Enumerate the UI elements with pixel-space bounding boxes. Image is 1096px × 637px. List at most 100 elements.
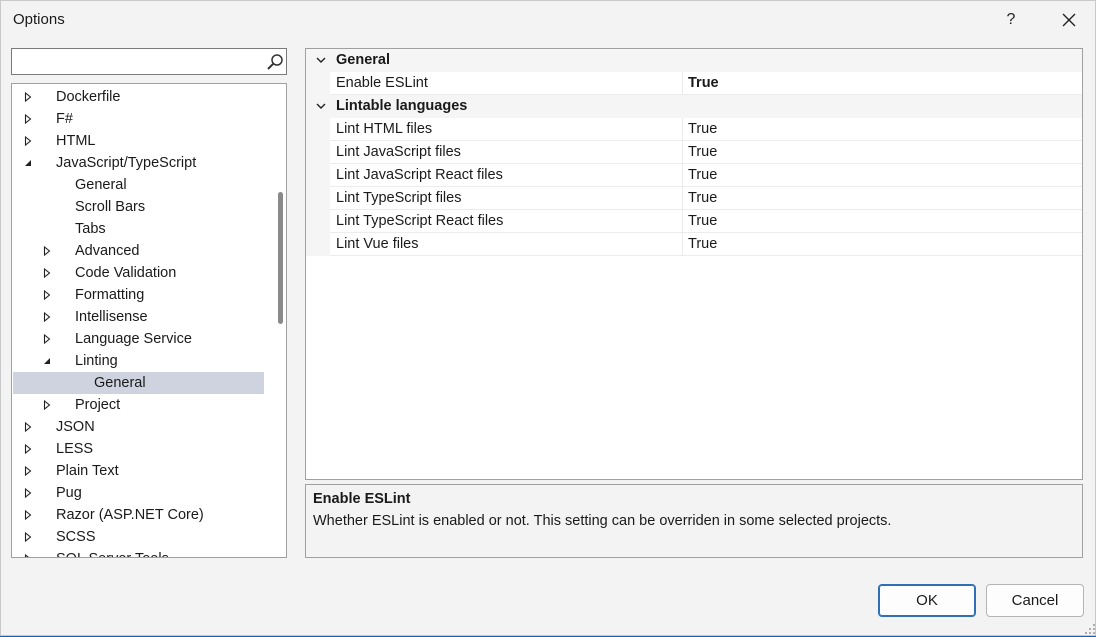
value-cell[interactable] (683, 72, 1082, 95)
tree-item-label: Plain Text (56, 463, 119, 479)
property-row[interactable]: Lint TypeScript files True (306, 187, 1082, 210)
tree-item[interactable]: Dockerfile (13, 86, 264, 108)
tree-item[interactable]: Project (13, 394, 264, 416)
value-cell[interactable] (683, 210, 1082, 233)
category-row[interactable]: General (306, 49, 1082, 72)
tree-item-label: Code Validation (75, 265, 177, 281)
property-row[interactable]: Lint HTML files True (306, 118, 1082, 141)
tree-item-label: Linting (75, 353, 118, 369)
tree-item-label: Dockerfile (56, 89, 121, 105)
value-cell[interactable] (683, 233, 1082, 256)
help-button[interactable]: ? (989, 5, 1033, 35)
collapsed-arrow-icon[interactable] (23, 108, 33, 130)
tree-item[interactable]: General (13, 372, 264, 394)
value-cell[interactable] (683, 141, 1082, 164)
property-value[interactable]: True (688, 121, 717, 137)
chevron-down-icon[interactable] (314, 53, 328, 67)
chevron-down-icon[interactable] (314, 99, 328, 113)
tree-item[interactable]: F# (13, 108, 264, 130)
tree-item[interactable]: Intellisense (13, 306, 264, 328)
category-label: Lintable languages (336, 98, 468, 114)
tree-item-label: SQL Server Tools (56, 548, 169, 557)
search-icon[interactable] (266, 53, 284, 71)
collapsed-arrow-icon[interactable] (23, 548, 33, 557)
property-row[interactable]: Lint JavaScript React files True (306, 164, 1082, 187)
tree-item[interactable]: JavaScript/TypeScript (13, 152, 264, 174)
tree-item-label: F# (56, 111, 73, 127)
resize-grip-icon[interactable] (1084, 623, 1096, 635)
property-name: Lint HTML files (336, 121, 433, 137)
tree-item[interactable]: SQL Server Tools (13, 548, 264, 557)
close-icon (1062, 13, 1076, 27)
close-button[interactable] (1047, 5, 1091, 35)
tree-item-label: LESS (56, 441, 94, 457)
tree-scrollbar[interactable] (275, 84, 286, 557)
property-row[interactable]: Lint Vue files True (306, 233, 1082, 256)
value-cell[interactable] (683, 164, 1082, 187)
expanded-arrow-icon[interactable] (23, 152, 33, 174)
tree-item-label: Pug (56, 485, 82, 501)
property-value[interactable]: True (688, 75, 719, 91)
title-bar: Options ? (1, 1, 1095, 38)
category-label: General (336, 52, 390, 68)
tree-item[interactable]: Plain Text (13, 460, 264, 482)
search-box (11, 48, 287, 75)
expanded-arrow-icon[interactable] (42, 350, 52, 372)
collapsed-arrow-icon[interactable] (23, 460, 33, 482)
tree-item-label: JSON (56, 419, 95, 435)
property-value[interactable]: True (688, 167, 717, 183)
property-row[interactable]: Enable ESLint True (306, 72, 1082, 95)
tree-item[interactable]: Linting (13, 350, 264, 372)
tree-item[interactable]: JSON (13, 416, 264, 438)
ok-button[interactable]: OK (878, 584, 976, 617)
tree-item[interactable]: Razor (ASP.NET Core) (13, 504, 264, 526)
tree-item[interactable]: Tabs (13, 218, 264, 240)
collapsed-arrow-icon[interactable] (23, 416, 33, 438)
row-margin (306, 118, 330, 141)
tree-item[interactable]: SCSS (13, 526, 264, 548)
cancel-button[interactable]: Cancel (986, 584, 1084, 617)
collapsed-arrow-icon[interactable] (23, 482, 33, 504)
property-value[interactable]: True (688, 144, 717, 160)
property-value[interactable]: True (688, 236, 717, 252)
collapsed-arrow-icon[interactable] (42, 262, 52, 284)
collapsed-arrow-icon[interactable] (23, 86, 33, 108)
collapsed-arrow-icon[interactable] (42, 240, 52, 262)
tree-item[interactable]: General (13, 174, 264, 196)
tree-item[interactable]: LESS (13, 438, 264, 460)
collapsed-arrow-icon[interactable] (23, 504, 33, 526)
row-margin (306, 72, 330, 95)
options-tree[interactable]: SQL Server Tools SCSS Razor (ASP.NET Core)… (11, 83, 287, 558)
collapsed-arrow-icon[interactable] (42, 306, 52, 328)
collapsed-arrow-icon[interactable] (23, 130, 33, 152)
value-cell[interactable] (683, 118, 1082, 141)
row-margin (306, 233, 330, 256)
property-name: Lint TypeScript React files (336, 213, 504, 229)
collapsed-arrow-icon[interactable] (42, 394, 52, 416)
property-grid[interactable]: General Enable ESLint True Lintable languag… (305, 48, 1083, 480)
value-cell[interactable] (683, 187, 1082, 210)
tree-item[interactable]: Code Validation (13, 262, 264, 284)
collapsed-arrow-icon[interactable] (23, 526, 33, 548)
tree-item[interactable]: Scroll Bars (13, 196, 264, 218)
tree-item[interactable]: Pug (13, 482, 264, 504)
tree-item[interactable]: Advanced (13, 240, 264, 262)
property-value[interactable]: True (688, 213, 717, 229)
property-row[interactable]: Lint JavaScript files True (306, 141, 1082, 164)
search-input[interactable] (12, 49, 260, 74)
collapsed-arrow-icon[interactable] (23, 438, 33, 460)
description-panel: Enable ESLint Whether ESLint is enabled … (305, 484, 1083, 558)
property-row[interactable]: Lint TypeScript React files True (306, 210, 1082, 233)
property-value[interactable]: True (688, 190, 717, 206)
row-margin (306, 164, 330, 187)
tree-item-label: Scroll Bars (75, 199, 146, 215)
category-row[interactable]: Lintable languages (306, 95, 1082, 118)
window-title: Options (13, 11, 65, 28)
collapsed-arrow-icon[interactable] (42, 284, 52, 306)
scroll-thumb[interactable] (278, 192, 283, 324)
collapsed-arrow-icon[interactable] (42, 328, 52, 350)
tree-item[interactable]: Language Service (13, 328, 264, 350)
tree-item-label: Formatting (75, 287, 145, 303)
tree-item[interactable]: HTML (13, 130, 264, 152)
tree-item[interactable]: Formatting (13, 284, 264, 306)
